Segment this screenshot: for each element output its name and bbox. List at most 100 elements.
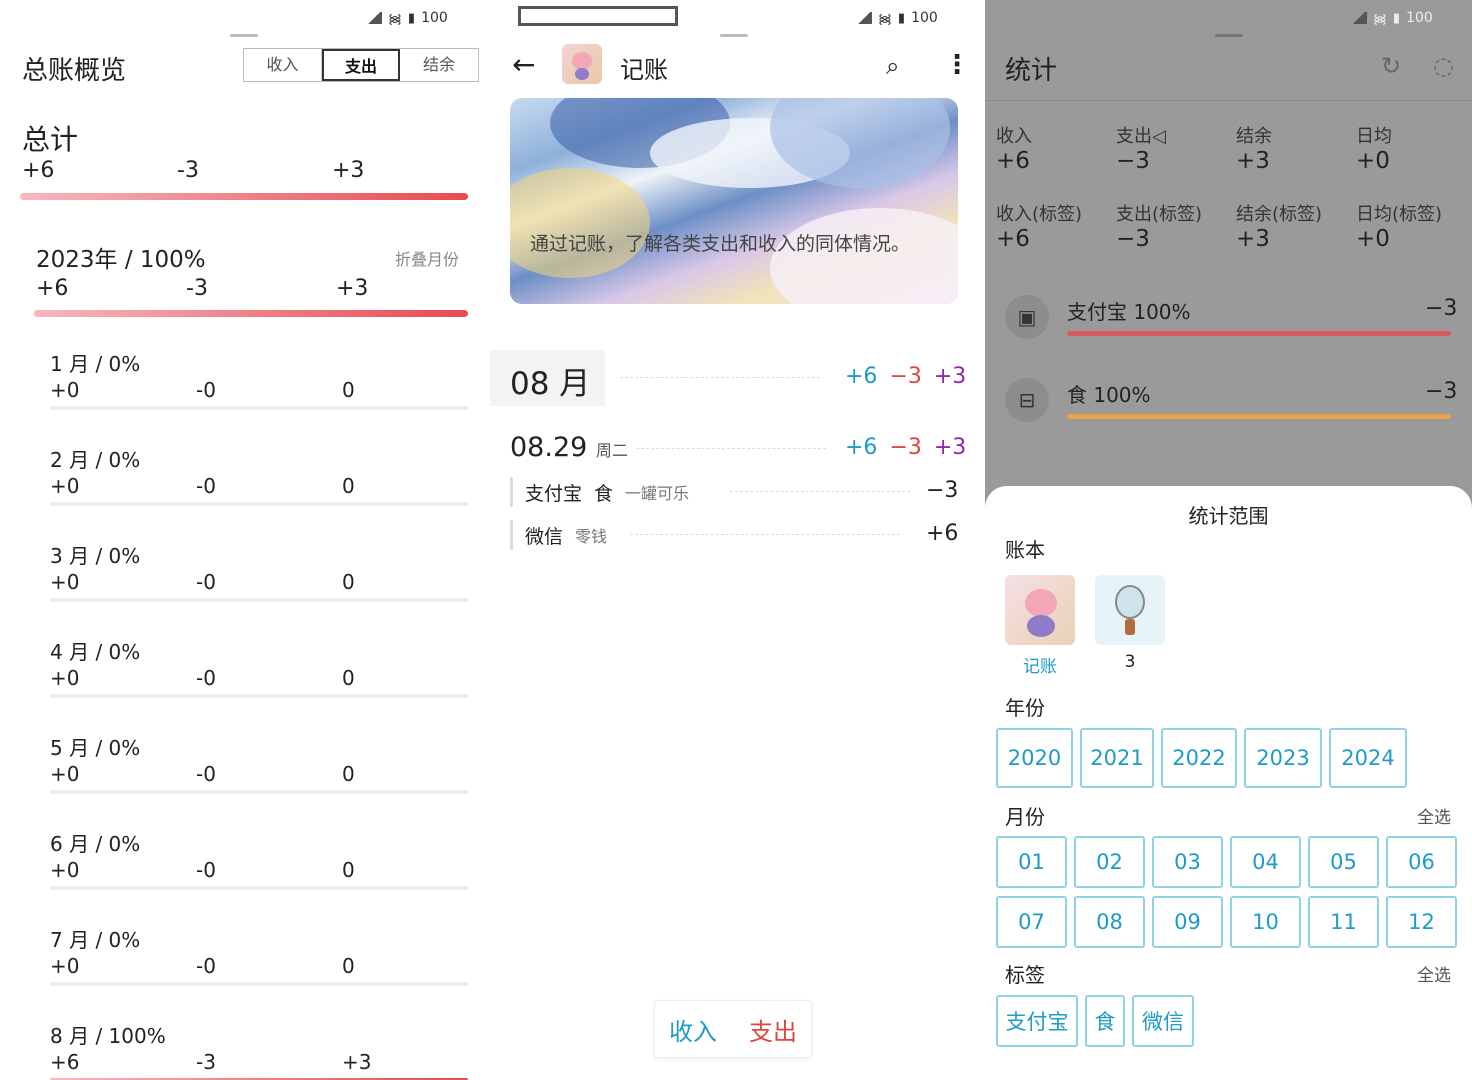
month-label[interactable]: 4 月 / 0% [50,636,140,665]
month-balance: 0 [342,954,355,978]
page-title: 统计 [1005,56,1058,86]
year-chip[interactable]: 2024 [1329,728,1407,788]
search-icon[interactable]: ⌕ [886,52,899,80]
range-bottom-sheet: 统计范围 账本 记账 3 年份 2020 2021 2022 2023 2024 月份 … [985,486,1472,1080]
month-section-label: 月份 [1005,805,1045,829]
stat-value: −3 [1116,148,1150,174]
month-chip[interactable]: 11 [1308,896,1379,948]
tag-chip[interactable]: 支付宝 [996,995,1078,1047]
signal-icon [366,12,382,24]
battery-level: 100 [421,10,448,26]
stat-value: −3 [1116,226,1150,252]
day-balance: +3 [933,435,967,460]
overview-panel: ᯼ ▮ 100 总账概览 收入 支出 结余 总计 +6 -3 +3 2023年 /… [0,0,490,1080]
month-income: +0 [50,474,80,498]
select-all-tags-button[interactable]: 全选 [1417,961,1451,986]
status-bar: ᯼ ▮ 100 [366,8,448,28]
month-income: +0 [50,378,80,402]
entry-note: 一罐可乐 [625,484,690,503]
ledger-panel: ᯼ ▮ 100 ← 记账 ⌕ ⋮ 通过记账，了解各类支出和收入的同体情况。 08 … [490,0,985,1080]
book-name-2: 3 [1124,652,1136,672]
entry-note: 零钱 [575,527,608,546]
month-label[interactable]: 5 月 / 0% [50,732,140,761]
month-chip[interactable]: 12 [1386,896,1457,948]
stat-value: +3 [1236,226,1270,252]
month-expense: -0 [196,474,216,498]
month-expense: -3 [196,1050,216,1074]
total-bar [20,193,468,200]
month-label[interactable]: 1 月 / 0% [50,348,140,377]
drag-handle [1215,34,1243,37]
header-divider [985,100,1472,101]
fold-months-button[interactable]: 折叠月份 [395,246,459,270]
month-bar [50,406,468,410]
entry-account: 支付宝 [525,482,583,505]
more-menu-icon[interactable]: ⋮ [944,50,970,80]
month-chip[interactable]: 01 [996,836,1067,888]
signal-icon [1351,12,1367,24]
month-balance: +3 [342,1050,372,1074]
month-balance: 0 [342,858,355,882]
back-arrow-icon[interactable]: ← [512,48,535,81]
month-bar [50,502,468,506]
month-chip[interactable]: 05 [1308,836,1379,888]
day-weekday: 周二 [595,441,628,460]
month-label[interactable]: 8 月 / 100% [50,1020,166,1049]
tab-balance[interactable]: 结余 [400,49,478,81]
day-date: 08.29 [510,432,588,463]
book-avatar-1[interactable] [1005,575,1075,645]
month-chip[interactable]: 08 [1074,896,1145,948]
entry-row[interactable]: 微信 零钱 [510,520,607,550]
year-chip[interactable]: 2021 [1080,728,1154,788]
add-expense-button[interactable]: 支出 [749,1012,797,1047]
loading-icon[interactable]: ◌ [1433,52,1454,80]
month-balance: 0 [342,666,355,690]
year-values: +6 -3 +3 [36,276,368,301]
book-avatar[interactable] [562,44,602,84]
year-chip[interactable]: 2022 [1161,728,1237,788]
month-expense: -0 [196,858,216,882]
tab-income[interactable]: 收入 [244,49,322,81]
stat-label: 结余 [1236,126,1272,147]
category-name: 食 100% [1067,383,1151,407]
month-label[interactable]: 6 月 / 0% [50,828,140,857]
month-chip[interactable]: 07 [996,896,1067,948]
refresh-icon[interactable]: ↻ [1381,52,1401,80]
tag-chip[interactable]: 食 [1085,995,1125,1047]
month-chip[interactable]: 04 [1230,836,1301,888]
entry-row[interactable]: 支付宝 食 一罐可乐 [510,477,689,507]
banner-image: 通过记账，了解各类支出和收入的同体情况。 [510,98,958,304]
divider [630,534,900,535]
status-bar: ᯼ ▮ 100 [856,8,938,28]
year-chip[interactable]: 2020 [996,728,1073,788]
banner-text: 通过记账，了解各类支出和收入的同体情况。 [530,233,911,255]
wifi-icon: ᯼ [878,12,892,27]
month-bar [50,886,468,890]
month-income: +0 [50,762,80,786]
alipay-icon: ▣ [1005,295,1049,339]
month-chip[interactable]: 09 [1152,896,1223,948]
month-label[interactable]: 3 月 / 0% [50,540,140,569]
add-entry-bar: 收入 支出 [654,1000,812,1058]
wifi-icon: ᯼ [388,12,402,27]
month-values: +0 -0 0 [50,762,355,786]
stat-label: 日均(标签) [1356,204,1443,225]
add-income-button[interactable]: 收入 [669,1012,717,1047]
day-income: +6 [845,435,878,460]
month-chip[interactable]: 06 [1386,836,1457,888]
month-chip[interactable]: 10 [1230,896,1301,948]
year-label[interactable]: 2023年 / 100% [36,240,206,274]
select-all-months-button[interactable]: 全选 [1417,803,1451,828]
month-label[interactable]: 2 月 / 0% [50,444,140,473]
tag-chip[interactable]: 微信 [1132,995,1194,1047]
tab-expense[interactable]: 支出 [322,49,400,81]
stat-label: 收入(标签) [996,204,1083,225]
stat-value: +6 [996,148,1030,174]
month-label[interactable]: 7 月 / 0% [50,924,140,953]
stat-value: +6 [996,226,1030,252]
book-avatar-2[interactable] [1095,575,1165,645]
month-chip[interactable]: 03 [1152,836,1223,888]
month-balance: +3 [933,364,967,389]
year-chip[interactable]: 2023 [1244,728,1322,788]
month-chip[interactable]: 02 [1074,836,1145,888]
